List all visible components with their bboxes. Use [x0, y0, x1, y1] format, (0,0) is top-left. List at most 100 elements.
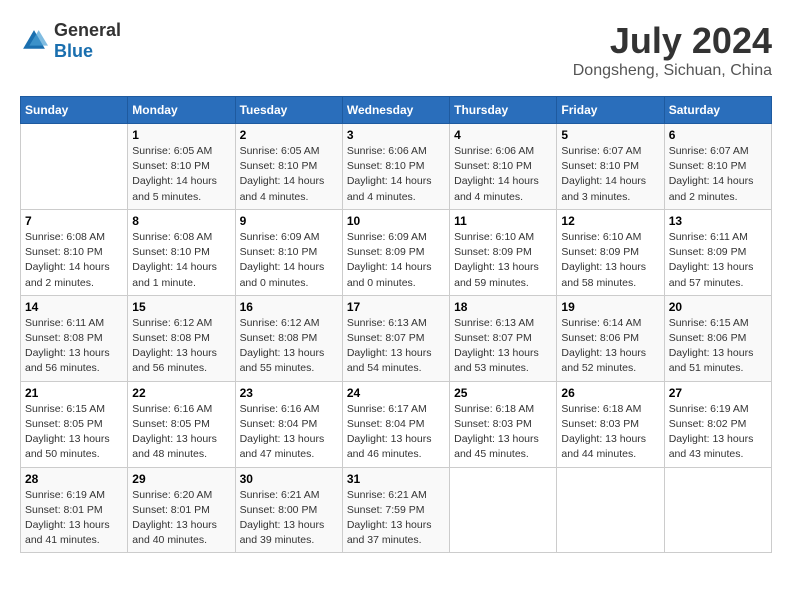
day-cell: 25 Sunrise: 6:18 AMSunset: 8:03 PMDayligh… — [450, 381, 557, 467]
calendar-header-row: SundayMondayTuesdayWednesdayThursdayFrid… — [21, 97, 772, 124]
header-thursday: Thursday — [450, 97, 557, 124]
header-wednesday: Wednesday — [342, 97, 449, 124]
day-cell: 13 Sunrise: 6:11 AMSunset: 8:09 PMDayligh… — [664, 209, 771, 295]
day-cell: 20 Sunrise: 6:15 AMSunset: 8:06 PMDayligh… — [664, 295, 771, 381]
day-info: Sunrise: 6:10 AMSunset: 8:09 PMDaylight:… — [561, 230, 659, 291]
day-info: Sunrise: 6:17 AMSunset: 8:04 PMDaylight:… — [347, 402, 445, 463]
day-cell: 5Sunrise: 6:07 AMSunset: 8:10 PMDaylight… — [557, 124, 664, 210]
day-number: 6 — [669, 128, 767, 142]
day-info: Sunrise: 6:10 AMSunset: 8:09 PMDaylight:… — [454, 230, 552, 291]
day-cell: 21Sunrise: 6:15 AMSunset: 8:05 PMDayligh… — [21, 381, 128, 467]
day-cell: 3Sunrise: 6:06 AMSunset: 8:10 PMDaylight… — [342, 124, 449, 210]
day-cell: 23 Sunrise: 6:16 AMSunset: 8:04 PMDayligh… — [235, 381, 342, 467]
day-info: Sunrise: 6:18 AMSunset: 8:03 PMDaylight:… — [561, 402, 659, 463]
day-number: 20 — [669, 300, 767, 314]
header-saturday: Saturday — [664, 97, 771, 124]
day-number: 27 — [669, 386, 767, 400]
day-cell — [21, 124, 128, 210]
day-number: 3 — [347, 128, 445, 142]
day-cell: 15Sunrise: 6:12 AMSunset: 8:08 PMDayligh… — [128, 295, 235, 381]
header-sunday: Sunday — [21, 97, 128, 124]
day-info: Sunrise: 6:16 AMSunset: 8:05 PMDaylight:… — [132, 402, 230, 463]
day-info: Sunrise: 6:09 AMSunset: 8:10 PMDaylight:… — [240, 230, 338, 291]
day-number: 11 — [454, 214, 552, 228]
day-cell: 10 Sunrise: 6:09 AMSunset: 8:09 PMDayligh… — [342, 209, 449, 295]
day-cell: 17Sunrise: 6:13 AMSunset: 8:07 PMDayligh… — [342, 295, 449, 381]
day-number: 19 — [561, 300, 659, 314]
day-cell: 18 Sunrise: 6:13 AMSunset: 8:07 PMDayligh… — [450, 295, 557, 381]
logo-text: General Blue — [54, 20, 121, 62]
day-info: Sunrise: 6:14 AMSunset: 8:06 PMDaylight:… — [561, 316, 659, 377]
week-row-5: 28 Sunrise: 6:19 AMSunset: 8:01 PMDayligh… — [21, 467, 772, 553]
logo-icon — [20, 27, 48, 55]
header-monday: Monday — [128, 97, 235, 124]
day-cell: 2Sunrise: 6:05 AMSunset: 8:10 PMDaylight… — [235, 124, 342, 210]
day-number: 16 — [240, 300, 338, 314]
day-cell: 22 Sunrise: 6:16 AMSunset: 8:05 PMDayligh… — [128, 381, 235, 467]
day-number: 8 — [132, 214, 230, 228]
day-cell: 24 Sunrise: 6:17 AMSunset: 8:04 PMDayligh… — [342, 381, 449, 467]
day-cell: 7Sunrise: 6:08 AMSunset: 8:10 PMDaylight… — [21, 209, 128, 295]
day-number: 24 — [347, 386, 445, 400]
day-info: Sunrise: 6:11 AMSunset: 8:09 PMDaylight:… — [669, 230, 767, 291]
day-cell: 9 Sunrise: 6:09 AMSunset: 8:10 PMDaylight… — [235, 209, 342, 295]
day-info: Sunrise: 6:18 AMSunset: 8:03 PMDaylight:… — [454, 402, 552, 463]
day-cell: 30 Sunrise: 6:21 AMSunset: 8:00 PMDayligh… — [235, 467, 342, 553]
day-number: 28 — [25, 472, 123, 486]
day-number: 17 — [347, 300, 445, 314]
day-info: Sunrise: 6:15 AMSunset: 8:06 PMDaylight:… — [669, 316, 767, 377]
day-number: 23 — [240, 386, 338, 400]
day-cell: 31Sunrise: 6:21 AMSunset: 7:59 PMDayligh… — [342, 467, 449, 553]
day-cell: 1 Sunrise: 6:05 AMSunset: 8:10 PMDaylight… — [128, 124, 235, 210]
day-cell: 16 Sunrise: 6:12 AMSunset: 8:08 PMDayligh… — [235, 295, 342, 381]
day-info: Sunrise: 6:07 AMSunset: 8:10 PMDaylight:… — [669, 144, 767, 205]
day-cell: 8 Sunrise: 6:08 AMSunset: 8:10 PMDaylight… — [128, 209, 235, 295]
day-info: Sunrise: 6:06 AMSunset: 8:10 PMDaylight:… — [454, 144, 552, 205]
day-info: Sunrise: 6:12 AMSunset: 8:08 PMDaylight:… — [240, 316, 338, 377]
day-cell: 14Sunrise: 6:11 AMSunset: 8:08 PMDayligh… — [21, 295, 128, 381]
day-info: Sunrise: 6:08 AMSunset: 8:10 PMDaylight:… — [132, 230, 230, 291]
day-info: Sunrise: 6:05 AMSunset: 8:10 PMDaylight:… — [132, 144, 230, 205]
header: General Blue July 2024 Dongsheng, Sichua… — [20, 20, 772, 80]
week-row-4: 21Sunrise: 6:15 AMSunset: 8:05 PMDayligh… — [21, 381, 772, 467]
week-row-1: 1 Sunrise: 6:05 AMSunset: 8:10 PMDaylight… — [21, 124, 772, 210]
day-number: 9 — [240, 214, 338, 228]
day-info: Sunrise: 6:13 AMSunset: 8:07 PMDaylight:… — [454, 316, 552, 377]
day-cell: 12 Sunrise: 6:10 AMSunset: 8:09 PMDayligh… — [557, 209, 664, 295]
day-number: 12 — [561, 214, 659, 228]
day-cell — [450, 467, 557, 553]
day-info: Sunrise: 6:08 AMSunset: 8:10 PMDaylight:… — [25, 230, 123, 291]
day-info: Sunrise: 6:21 AMSunset: 8:00 PMDaylight:… — [240, 488, 338, 549]
day-number: 10 — [347, 214, 445, 228]
day-number: 25 — [454, 386, 552, 400]
title-area: July 2024 Dongsheng, Sichuan, China — [573, 20, 772, 80]
day-info: Sunrise: 6:16 AMSunset: 8:04 PMDaylight:… — [240, 402, 338, 463]
day-number: 13 — [669, 214, 767, 228]
day-cell: 4 Sunrise: 6:06 AMSunset: 8:10 PMDaylight… — [450, 124, 557, 210]
day-cell: 19 Sunrise: 6:14 AMSunset: 8:06 PMDayligh… — [557, 295, 664, 381]
day-info: Sunrise: 6:21 AMSunset: 7:59 PMDaylight:… — [347, 488, 445, 549]
day-number: 1 — [132, 128, 230, 142]
logo: General Blue — [20, 20, 121, 62]
day-cell: 6 Sunrise: 6:07 AMSunset: 8:10 PMDaylight… — [664, 124, 771, 210]
calendar-subtitle: Dongsheng, Sichuan, China — [573, 62, 772, 80]
day-number: 4 — [454, 128, 552, 142]
calendar-table: SundayMondayTuesdayWednesdayThursdayFrid… — [20, 96, 772, 553]
day-cell — [664, 467, 771, 553]
day-number: 14 — [25, 300, 123, 314]
day-cell: 28 Sunrise: 6:19 AMSunset: 8:01 PMDayligh… — [21, 467, 128, 553]
day-cell: 26Sunrise: 6:18 AMSunset: 8:03 PMDayligh… — [557, 381, 664, 467]
day-info: Sunrise: 6:19 AMSunset: 8:01 PMDaylight:… — [25, 488, 123, 549]
day-cell — [557, 467, 664, 553]
day-info: Sunrise: 6:09 AMSunset: 8:09 PMDaylight:… — [347, 230, 445, 291]
day-number: 22 — [132, 386, 230, 400]
day-number: 30 — [240, 472, 338, 486]
day-info: Sunrise: 6:20 AMSunset: 8:01 PMDaylight:… — [132, 488, 230, 549]
day-info: Sunrise: 6:07 AMSunset: 8:10 PMDaylight:… — [561, 144, 659, 205]
day-number: 29 — [132, 472, 230, 486]
header-friday: Friday — [557, 97, 664, 124]
day-info: Sunrise: 6:05 AMSunset: 8:10 PMDaylight:… — [240, 144, 338, 205]
day-number: 18 — [454, 300, 552, 314]
day-number: 21 — [25, 386, 123, 400]
day-cell: 29 Sunrise: 6:20 AMSunset: 8:01 PMDayligh… — [128, 467, 235, 553]
